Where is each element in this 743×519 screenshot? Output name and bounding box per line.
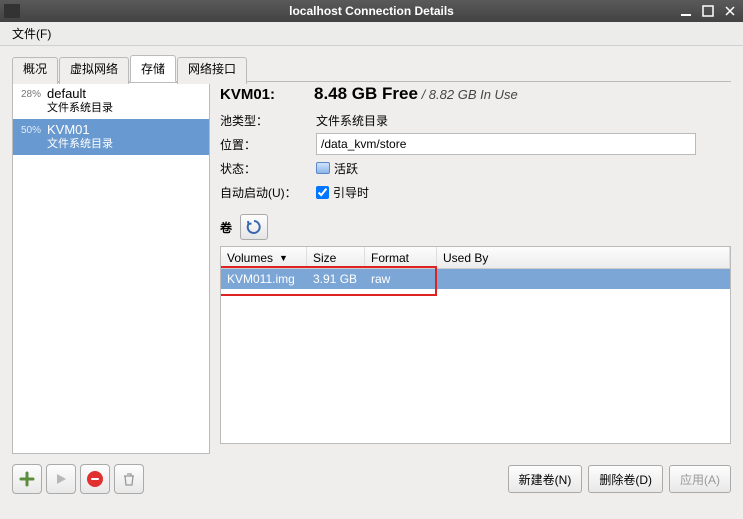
pool-free-space: 8.48 GB Free xyxy=(314,84,418,103)
tab-network-interfaces[interactable]: 网络接口 xyxy=(177,57,247,84)
tab-storage[interactable]: 存储 xyxy=(130,55,176,82)
pool-type: 文件系统目录 xyxy=(47,137,113,151)
location-label: 位置： xyxy=(220,136,316,153)
volume-format: raw xyxy=(365,272,437,286)
stop-pool-button[interactable] xyxy=(80,464,110,494)
pool-usage-pct: 50% xyxy=(19,123,41,136)
delete-pool-button[interactable] xyxy=(114,464,144,494)
col-size[interactable]: Size xyxy=(307,247,365,268)
refresh-icon xyxy=(246,219,262,235)
window-title: localhost Connection Details xyxy=(289,4,454,18)
inuse-sep: / xyxy=(418,87,429,102)
pool-usage-pct: 28% xyxy=(19,87,41,100)
col-usedby[interactable]: Used By xyxy=(437,247,730,268)
window-icon xyxy=(4,4,20,18)
start-pool-button[interactable] xyxy=(46,464,76,494)
pool-type: 文件系统目录 xyxy=(47,101,113,115)
autostart-label: 自动启动(U)： xyxy=(220,184,316,201)
pool-item-default[interactable]: 28% default 文件系统目录 xyxy=(13,83,209,119)
pool-name: KVM01 xyxy=(47,123,113,137)
pool-name-heading: KVM01: xyxy=(220,86,300,103)
pool-list: 28% default 文件系统目录 50% KVM01 文件系统目录 xyxy=(12,82,210,454)
file-menu[interactable]: 文件(F) xyxy=(6,23,57,44)
delete-volume-button[interactable]: 删除卷(D) xyxy=(588,465,663,493)
volumes-label: 卷 xyxy=(220,219,232,236)
pool-details: KVM01: 8.48 GB Free / 8.82 GB In Use 池类型… xyxy=(220,82,731,454)
menubar: 文件(F) xyxy=(0,22,743,46)
close-button[interactable] xyxy=(721,3,739,19)
minimize-button[interactable] xyxy=(677,3,695,19)
tab-overview-label: 概况 xyxy=(23,62,47,76)
pool-item-kvm01[interactable]: 50% KVM01 文件系统目录 xyxy=(13,119,209,155)
volumes-table: Volumes▼ Size Format Used By KVM011.img … xyxy=(220,246,731,444)
tab-storage-label: 存储 xyxy=(141,62,165,76)
titlebar: localhost Connection Details xyxy=(0,0,743,22)
stop-icon xyxy=(86,470,104,488)
pool-name: default xyxy=(47,87,113,101)
col-format[interactable]: Format xyxy=(365,247,437,268)
autostart-checkbox[interactable] xyxy=(316,186,329,199)
volume-row[interactable]: KVM011.img 3.91 GB raw xyxy=(221,269,730,289)
volume-name: KVM011.img xyxy=(221,272,307,286)
autostart-value: 引导时 xyxy=(333,184,369,201)
chevron-down-icon: ▼ xyxy=(279,253,288,263)
col-volumes[interactable]: Volumes▼ xyxy=(221,247,307,268)
pool-type-value: 文件系统目录 xyxy=(316,112,388,129)
volume-size: 3.91 GB xyxy=(307,272,365,286)
state-running-icon xyxy=(316,162,330,174)
maximize-button[interactable] xyxy=(699,3,717,19)
tab-nic-label: 网络接口 xyxy=(188,62,236,76)
apply-button[interactable]: 应用(A) xyxy=(669,465,731,493)
refresh-button[interactable] xyxy=(240,214,268,240)
play-icon xyxy=(54,472,68,486)
tab-overview[interactable]: 概况 xyxy=(12,57,58,84)
tab-vnet-label: 虚拟网络 xyxy=(70,62,118,76)
new-volume-button[interactable]: 新建卷(N) xyxy=(508,465,583,493)
bottom-toolbar: 新建卷(N) 删除卷(D) 应用(A) xyxy=(0,460,743,502)
state-label: 状态： xyxy=(220,160,316,177)
state-value: 活跃 xyxy=(334,160,358,177)
add-pool-button[interactable] xyxy=(12,464,42,494)
tab-virtual-networks[interactable]: 虚拟网络 xyxy=(59,57,129,84)
location-input[interactable] xyxy=(316,133,696,155)
tab-strip: 概况 虚拟网络 存储 网络接口 xyxy=(12,54,731,82)
pool-type-label: 池类型： xyxy=(220,112,316,129)
pool-in-use: 8.82 GB In Use xyxy=(429,87,518,102)
trash-icon xyxy=(121,471,137,487)
plus-icon xyxy=(19,471,35,487)
